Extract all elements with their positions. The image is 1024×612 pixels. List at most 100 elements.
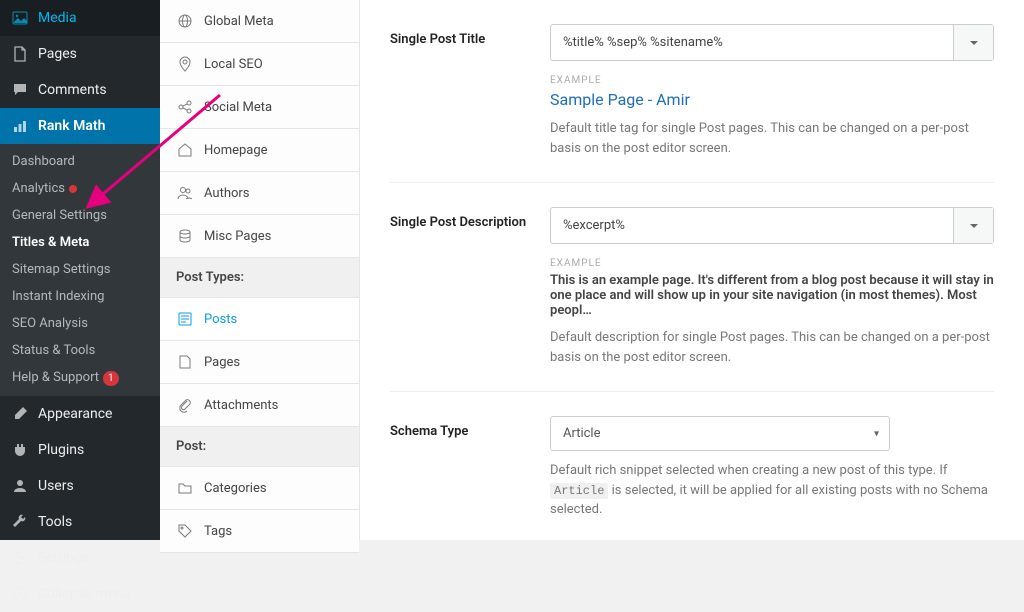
sidebar-label: Plugins	[38, 442, 84, 458]
sidebar-item-plugins[interactable]: Plugins	[0, 432, 160, 468]
example-preview-desc: This is an example page. It's different …	[550, 273, 994, 318]
tab-label: Posts	[204, 312, 237, 327]
sidebar-item-comments[interactable]: Comments	[0, 72, 160, 108]
dropdown-toggle[interactable]	[953, 208, 993, 243]
sidebar-item-settings[interactable]: Settings	[0, 540, 160, 576]
share-icon	[176, 98, 194, 116]
tab-homepage[interactable]: Homepage	[160, 129, 359, 172]
setting-schema-type: Schema Type Article Default rich snippet…	[390, 392, 994, 540]
dropdown-toggle[interactable]	[953, 25, 993, 60]
sidebar-label: Pages	[38, 46, 77, 62]
tab-tags[interactable]: Tags	[160, 510, 359, 553]
badge-count: 1	[103, 371, 119, 386]
select-value: Article	[563, 426, 600, 441]
example-label: EXAMPLE	[550, 258, 994, 269]
sidebar-sub-status-tools[interactable]: Status & Tools	[0, 337, 160, 364]
sidebar-label: Tools	[38, 514, 72, 530]
clip-icon	[176, 396, 194, 414]
title-input[interactable]: %title% %sep% %sitename%	[550, 24, 994, 61]
tab-authors[interactable]: Authors	[160, 172, 359, 215]
settings-tabs: Global Meta Local SEO Social Meta Homepa…	[160, 0, 360, 540]
user-icon	[10, 476, 30, 496]
tab-misc-pages[interactable]: Misc Pages	[160, 215, 359, 258]
section-post: Post:	[160, 427, 359, 467]
folder-icon	[176, 479, 194, 497]
settings-icon	[10, 548, 30, 568]
setting-label: Single Post Description	[390, 207, 550, 367]
home-icon	[176, 141, 194, 159]
tab-label: Tags	[204, 524, 232, 539]
pageflag-icon	[176, 353, 194, 371]
help-text: Default title tag for single Post pages.…	[550, 119, 994, 158]
sidebar-item-pages[interactable]: Pages	[0, 36, 160, 72]
comment-icon	[10, 80, 30, 100]
schema-select[interactable]: Article	[550, 416, 890, 451]
collapse-icon	[10, 584, 30, 604]
setting-label: Schema Type	[390, 416, 550, 520]
sidebar-sub-analytics[interactable]: Analytics	[0, 175, 160, 202]
tab-attachments[interactable]: Attachments	[160, 384, 359, 427]
sidebar-sub-seo-analysis[interactable]: SEO Analysis	[0, 310, 160, 337]
plugin-icon	[10, 440, 30, 460]
sidebar-sub-sitemap-settings[interactable]: Sitemap Settings	[0, 256, 160, 283]
sidebar-submenu: Dashboard Analytics General Settings Tit…	[0, 144, 160, 396]
sidebar-label: Media	[38, 10, 77, 26]
sidebar-item-tools[interactable]: Tools	[0, 504, 160, 540]
sidebar-label: Appearance	[38, 406, 112, 422]
sidebar-label: Rank Math	[38, 118, 105, 134]
setting-single-post-title: Single Post Title %title% %sep% %sitenam…	[390, 0, 994, 183]
sidebar-label: Settings	[38, 550, 89, 566]
sidebar-sub-dashboard[interactable]: Dashboard	[0, 148, 160, 175]
tab-label: Social Meta	[204, 100, 272, 115]
chart-icon	[10, 116, 30, 136]
sidebar-label: Comments	[38, 82, 107, 98]
sidebar-item-rank-math[interactable]: Rank Math	[0, 108, 160, 144]
sidebar-label: Collapse menu	[38, 586, 131, 602]
sidebar-sub-titles-meta[interactable]: Titles & Meta	[0, 229, 160, 256]
tab-posts[interactable]: Posts	[160, 298, 359, 341]
tab-label: Attachments	[204, 398, 278, 413]
sidebar-sub-help-support[interactable]: Help & Support1	[0, 364, 160, 392]
wrench-icon	[10, 512, 30, 532]
sidebar-item-users[interactable]: Users	[0, 468, 160, 504]
tab-pages[interactable]: Pages	[160, 341, 359, 384]
tab-label: Local SEO	[204, 57, 263, 72]
sidebar-label: Users	[38, 478, 74, 494]
sidebar-collapse[interactable]: Collapse menu	[0, 576, 160, 612]
sidebar-sub-instant-indexing[interactable]: Instant Indexing	[0, 283, 160, 310]
section-post-types: Post Types:	[160, 258, 359, 298]
tab-categories[interactable]: Categories	[160, 467, 359, 510]
tab-label: Categories	[204, 481, 267, 496]
tab-social-meta[interactable]: Social Meta	[160, 86, 359, 129]
tab-label: Misc Pages	[204, 229, 271, 244]
page-icon	[10, 44, 30, 64]
settings-content: Single Post Title %title% %sep% %sitenam…	[360, 0, 1024, 540]
tab-label: Pages	[204, 355, 240, 370]
help-text: Default description for single Post page…	[550, 328, 994, 367]
input-value: %excerpt%	[551, 208, 953, 243]
wp-sidebar: Media Pages Comments Rank Math Dashboard…	[0, 0, 160, 540]
help-text: Default rich snippet selected when creat…	[550, 461, 994, 520]
tab-label: Global Meta	[204, 14, 274, 29]
media-icon	[10, 8, 30, 28]
sidebar-sub-general-settings[interactable]: General Settings	[0, 202, 160, 229]
sidebar-item-media[interactable]: Media	[0, 0, 160, 36]
notification-dot-icon	[69, 185, 77, 193]
brush-icon	[10, 404, 30, 424]
tab-global-meta[interactable]: Global Meta	[160, 0, 359, 43]
chevron-down-icon	[968, 220, 980, 232]
sidebar-item-appearance[interactable]: Appearance	[0, 396, 160, 432]
post-icon	[176, 310, 194, 328]
example-label: EXAMPLE	[550, 75, 994, 86]
setting-single-post-description: Single Post Description %excerpt% EXAMPL…	[390, 183, 994, 392]
stack-icon	[176, 227, 194, 245]
tab-local-seo[interactable]: Local SEO	[160, 43, 359, 86]
tab-label: Authors	[204, 186, 250, 201]
tag-icon	[176, 522, 194, 540]
code-literal: Article	[550, 483, 608, 499]
chevron-down-icon	[968, 37, 980, 49]
description-input[interactable]: %excerpt%	[550, 207, 994, 244]
input-value: %title% %sep% %sitename%	[551, 25, 953, 60]
setting-label: Single Post Title	[390, 24, 550, 158]
users-icon	[176, 184, 194, 202]
